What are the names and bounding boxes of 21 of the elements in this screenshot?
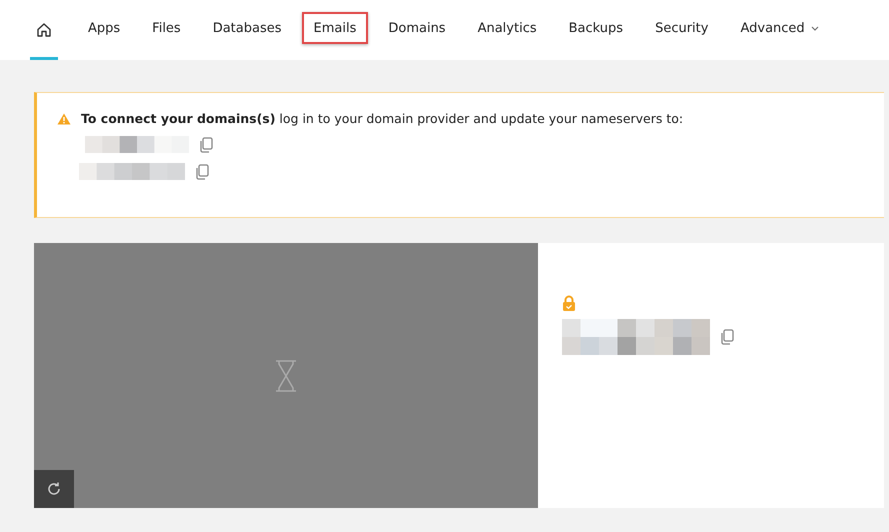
- refresh-icon: [46, 481, 62, 497]
- warning-icon: [57, 112, 71, 124]
- nav-tab[interactable]: Files: [140, 12, 193, 44]
- nav-tab[interactable]: Advanced: [728, 12, 831, 44]
- hourglass-icon: [275, 360, 297, 392]
- notice-text: To connect your domains(s) log in to your domain provider and update your nameservers to:: [81, 111, 684, 126]
- redacted-text-icon: [79, 163, 185, 180]
- redacted-text-icon: [85, 136, 189, 153]
- copy-icon[interactable]: [199, 136, 213, 152]
- nav-tab[interactable]: Emails: [302, 12, 368, 44]
- nav-tab[interactable]: Databases: [200, 12, 294, 44]
- copy-icon[interactable]: [195, 164, 209, 180]
- nav-tab[interactable]: Backups: [556, 12, 636, 44]
- nav-tab[interactable]: Analytics: [466, 12, 549, 44]
- home-icon: [36, 22, 52, 38]
- nav-tab[interactable]: Domains: [376, 12, 458, 44]
- nav-tab[interactable]: Security: [643, 12, 720, 44]
- copy-icon[interactable]: [720, 329, 734, 345]
- refresh-button[interactable]: [34, 470, 74, 508]
- nav-tab[interactable]: Apps: [76, 12, 132, 44]
- redacted-text-icon: [562, 319, 710, 355]
